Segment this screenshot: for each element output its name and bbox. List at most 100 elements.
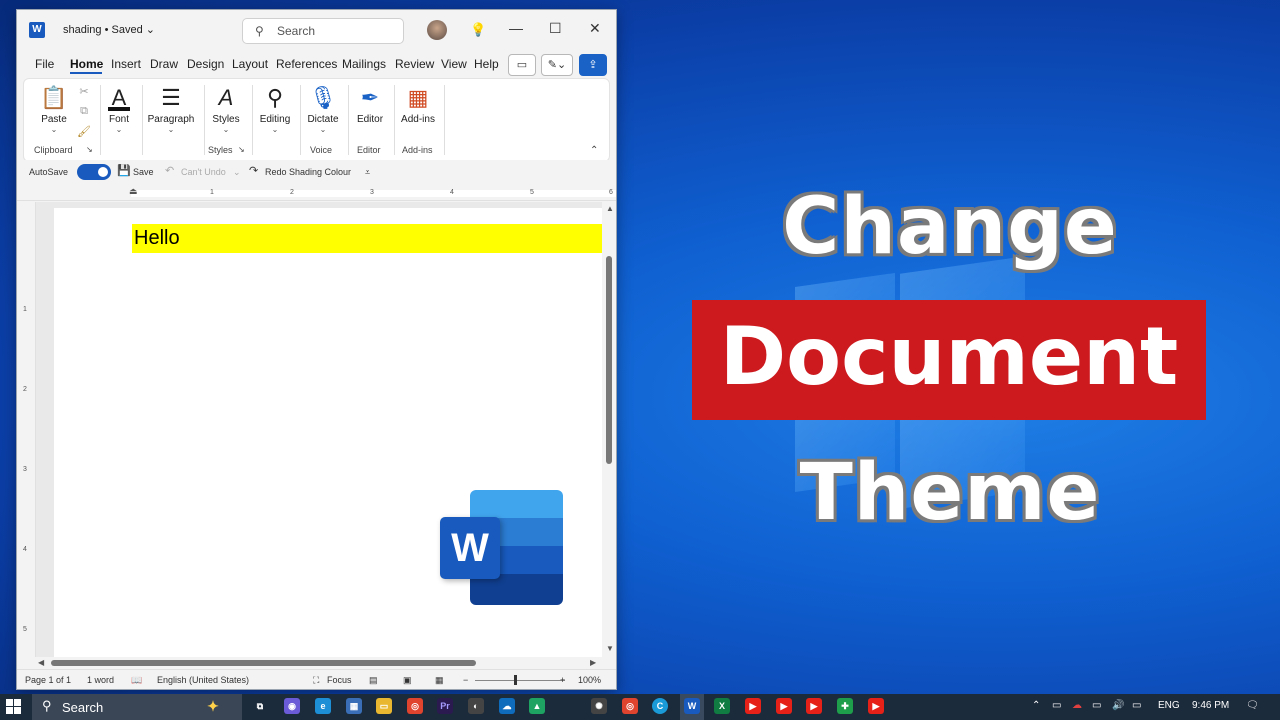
language-icon[interactable]: ▭ [1132, 700, 1141, 711]
page-count[interactable]: Page 1 of 1 [25, 675, 71, 685]
tab-file[interactable]: File [35, 57, 54, 71]
status-bar: Page 1 of 1 1 word 📖 English (United Sta… [17, 669, 616, 689]
tab-insert[interactable]: Insert [111, 57, 141, 71]
zoom-in-icon[interactable]: + [560, 675, 565, 685]
word-taskbar-icon[interactable]: W [684, 698, 700, 714]
onedrive-icon[interactable]: ☁ [499, 698, 515, 714]
group-label-addins: Add-ins [402, 145, 433, 155]
tab-design[interactable]: Design [187, 57, 224, 71]
styles-launcher-icon[interactable]: ↘ [238, 145, 245, 154]
canva-icon[interactable]: C [652, 698, 668, 714]
scroll-left-icon[interactable]: ◀ [38, 658, 44, 667]
obs-icon[interactable]: ◐ [468, 698, 484, 714]
addins-button[interactable]: ▦ Add-ins [398, 85, 438, 125]
task-view-icon[interactable]: ⧉ [252, 698, 268, 714]
excel-icon[interactable]: X [714, 698, 730, 714]
lightbulb-icon[interactable]: 💡 [470, 22, 486, 38]
scroll-down-icon[interactable]: ▼ [606, 644, 614, 653]
dictate-button[interactable]: 🎙 Dictate ⌄ [304, 85, 342, 134]
dialog-launcher-icon[interactable]: ↘ [86, 145, 93, 154]
customize-qat-icon[interactable]: ⩡ [365, 167, 370, 178]
zoom-level[interactable]: 100% [578, 675, 601, 685]
minimize-button[interactable]: — [509, 20, 523, 36]
zoom-out-icon[interactable]: − [463, 675, 468, 685]
zoom-slider[interactable] [475, 680, 565, 681]
tab-view[interactable]: View [441, 57, 467, 71]
focus-icon[interactable]: ⛶ [313, 675, 319, 686]
editor-button[interactable]: ✒ Editor [352, 85, 388, 125]
shaded-paragraph[interactable]: Hello [132, 224, 602, 253]
vertical-scroll-thumb[interactable] [606, 256, 612, 464]
chatgpt-icon[interactable]: ✺ [591, 698, 607, 714]
notifications-icon[interactable]: 🗨 [1246, 700, 1259, 711]
close-button[interactable]: ✕ [589, 20, 601, 37]
comments-button[interactable]: ▭ [508, 54, 536, 76]
sheets-icon[interactable]: ✚ [837, 698, 853, 714]
scroll-up-icon[interactable]: ▲ [606, 204, 614, 213]
zoom-slider-thumb[interactable] [514, 675, 517, 685]
tab-layout[interactable]: Layout [232, 57, 268, 71]
tab-mailings[interactable]: Mailings [342, 57, 386, 71]
print-layout-icon[interactable]: ▣ [403, 675, 412, 686]
clock[interactable]: 9:46 PM [1192, 700, 1229, 711]
document-title[interactable]: shading • Saved ⌄ [63, 23, 155, 36]
editing-mode-button[interactable]: ✎⌄ [541, 54, 573, 76]
paste-button[interactable]: 📋 Paste ⌄ [38, 85, 70, 134]
language-indicator[interactable]: ENG [1158, 700, 1180, 711]
tab-review[interactable]: Review [395, 57, 434, 71]
format-painter-icon[interactable]: 🖌 [76, 125, 92, 138]
copilot-icon[interactable]: ◉ [284, 698, 300, 714]
tab-draw[interactable]: Draw [150, 57, 178, 71]
avatar[interactable] [427, 20, 447, 40]
youtube-icon[interactable]: ▶ [745, 698, 761, 714]
network-warning-icon[interactable]: ☁ [1072, 700, 1082, 711]
maximize-button[interactable]: ☐ [549, 20, 562, 37]
tab-home[interactable]: Home [70, 57, 103, 71]
paragraph-button[interactable]: ☰ Paragraph ⌄ [146, 85, 196, 134]
search-input[interactable]: ⚲ Search [242, 18, 404, 44]
horizontal-scrollbar[interactable]: ◀ ▶ [36, 657, 602, 669]
font-button[interactable]: A Font ⌄ [104, 85, 134, 134]
premiere-icon[interactable]: Pr [437, 698, 453, 714]
youtube-icon-4[interactable]: ▶ [868, 698, 884, 714]
tab-references[interactable]: References [276, 57, 337, 71]
proofing-icon[interactable]: 📖 [131, 675, 142, 686]
horizontal-scroll-thumb[interactable] [51, 660, 476, 666]
scroll-right-icon[interactable]: ▶ [590, 658, 596, 667]
youtube-icon-3[interactable]: ▶ [806, 698, 822, 714]
display-icon[interactable]: ▭ [1092, 700, 1101, 711]
language-status[interactable]: English (United States) [157, 675, 249, 685]
horizontal-ruler: 1 2 3 4 5 6 ⏏ [17, 186, 616, 201]
store-icon[interactable]: ▦ [346, 698, 362, 714]
copilot-sparkle-icon[interactable]: ✦ [205, 698, 221, 714]
undo-dropdown-icon: ⌄ [233, 167, 241, 177]
focus-button[interactable]: Focus [327, 675, 352, 685]
edge-icon[interactable]: e [315, 698, 331, 714]
tray-overflow-icon[interactable]: ⌃ [1032, 700, 1040, 711]
tab-help[interactable]: Help [474, 57, 499, 71]
styles-button[interactable]: A Styles ⌄ [208, 85, 244, 134]
collapse-ribbon-icon[interactable]: ⌃ [590, 145, 598, 156]
drive-icon[interactable]: ▲ [529, 698, 545, 714]
start-button[interactable] [6, 699, 22, 715]
chrome-icon[interactable]: ◎ [407, 698, 423, 714]
youtube-icon-2[interactable]: ▶ [776, 698, 792, 714]
web-layout-icon[interactable]: ▦ [435, 675, 444, 686]
file-explorer-icon[interactable]: ▭ [376, 698, 392, 714]
chrome-profile-icon[interactable]: ◎ [622, 698, 638, 714]
read-mode-icon[interactable]: ▤ [369, 675, 378, 686]
autosave-toggle[interactable] [77, 164, 111, 180]
save-button[interactable]: Save [133, 167, 154, 177]
redo-icon[interactable]: ↷ [249, 164, 258, 177]
word-count[interactable]: 1 word [87, 675, 114, 685]
cut-icon[interactable]: ✂ [76, 85, 92, 98]
vertical-scrollbar[interactable]: ▲ ▼ [603, 202, 616, 657]
indent-marker-icon[interactable]: ⏏ [129, 186, 138, 197]
share-button[interactable]: ⇪ [579, 54, 607, 76]
editing-button[interactable]: ⚲ Editing ⌄ [256, 85, 294, 134]
meet-icon[interactable]: ▭ [1052, 700, 1061, 711]
copy-icon[interactable]: ⧉ [76, 105, 92, 118]
redo-button[interactable]: Redo Shading Colour [265, 167, 351, 177]
volume-icon[interactable]: 🔊 [1112, 700, 1124, 711]
save-icon[interactable]: 💾 [117, 164, 131, 177]
